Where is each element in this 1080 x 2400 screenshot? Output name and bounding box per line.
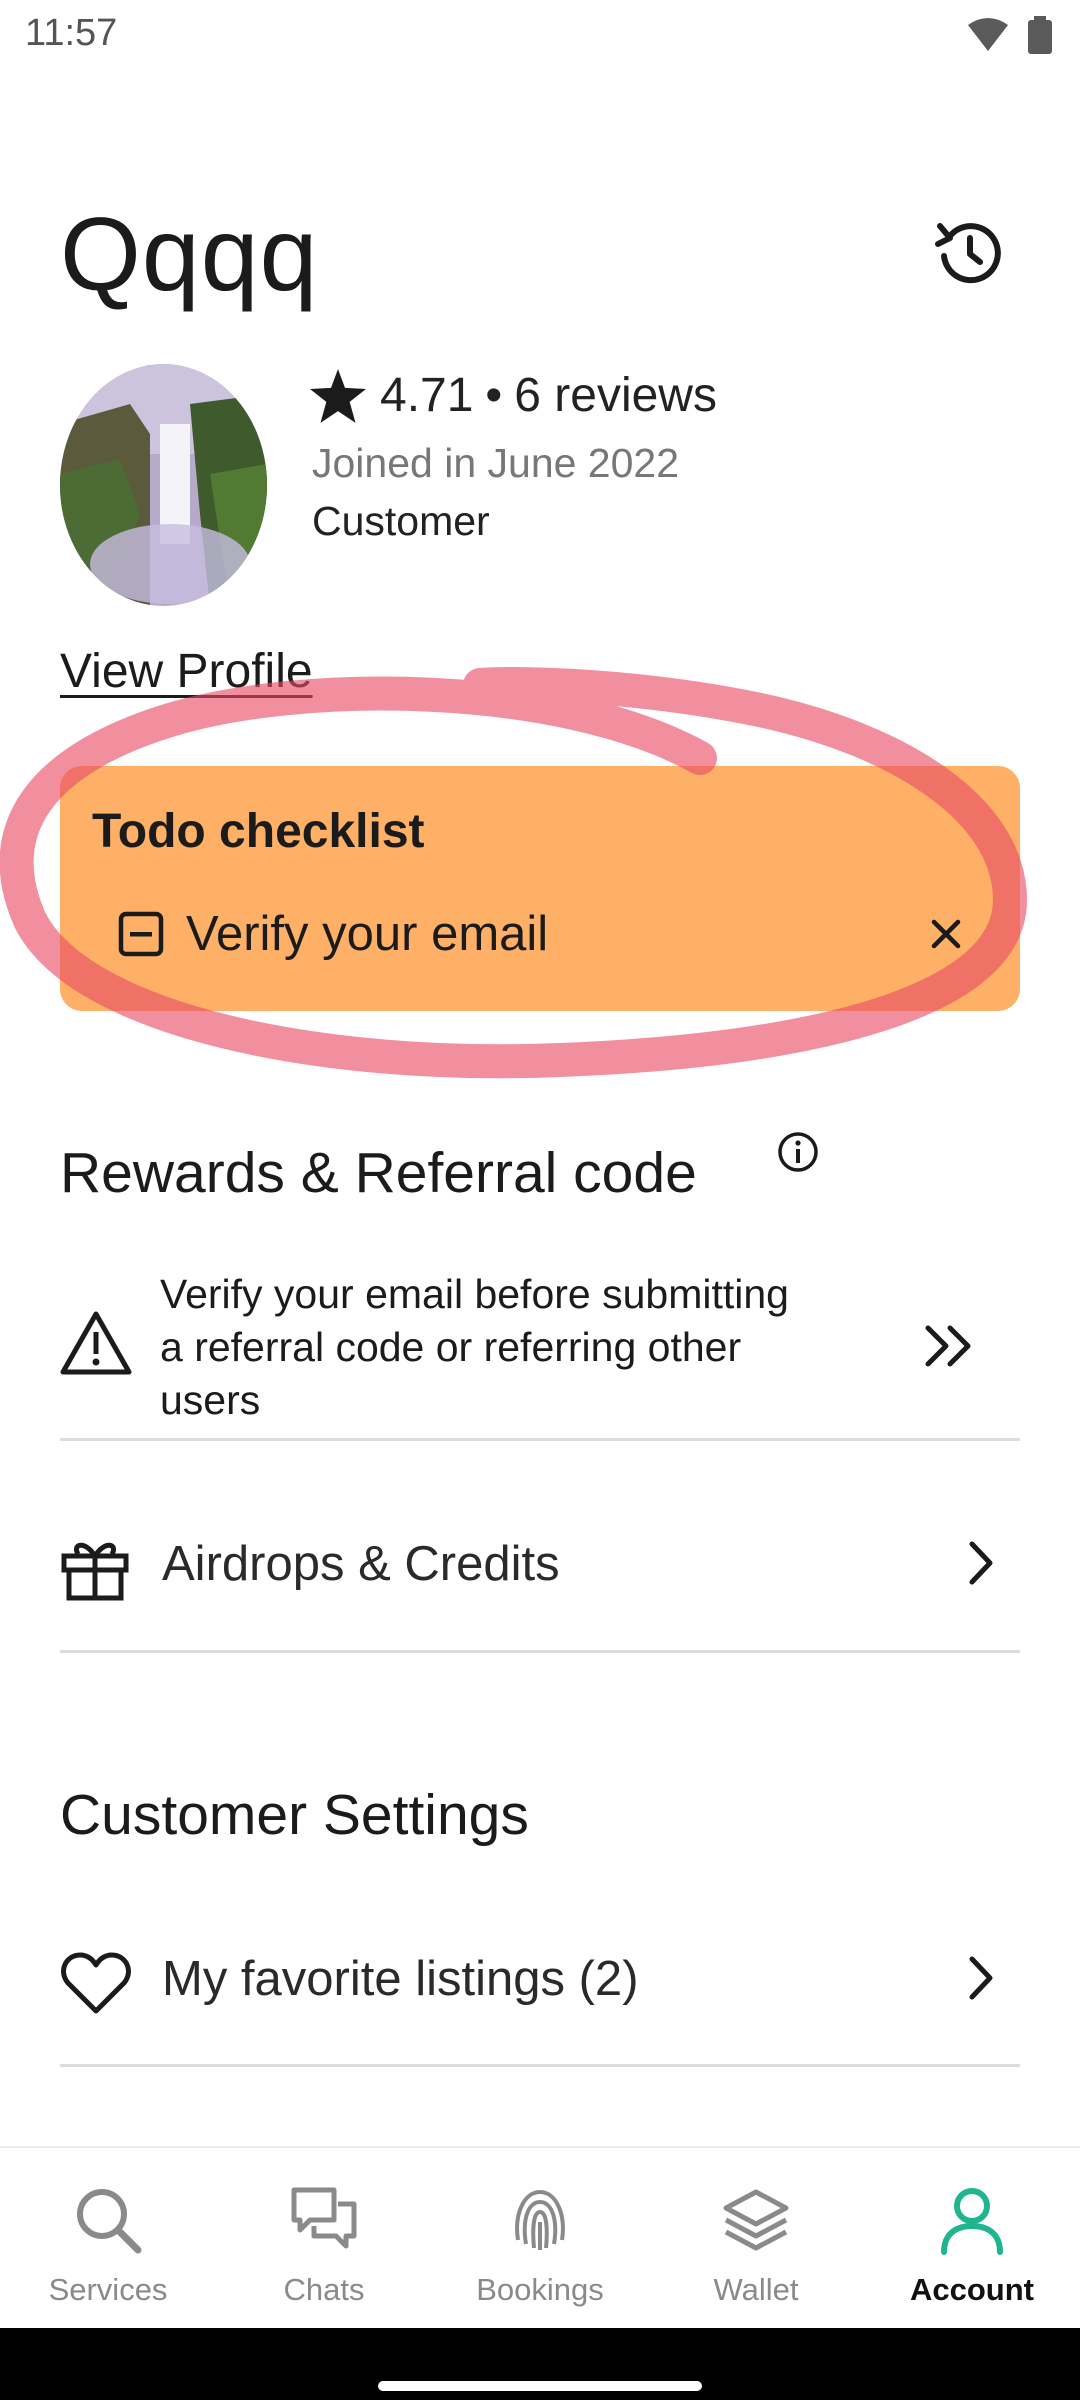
rating-value: 4.71 (380, 369, 474, 422)
dismiss-todo-button[interactable] (918, 906, 974, 962)
rating-summary: 4.71 • 6 reviews (310, 368, 717, 423)
nav-services[interactable]: Services (0, 2148, 216, 2330)
divider (60, 1438, 1020, 1441)
info-icon[interactable] (776, 1130, 820, 1174)
chevron-right-icon (969, 1956, 993, 2000)
person-icon (941, 2188, 1003, 2255)
rewards-section-title: Rewards & Referral code (60, 1141, 697, 1205)
nav-wallet[interactable]: Wallet (648, 2148, 864, 2330)
heart-icon (61, 1952, 131, 2014)
todo-title: Todo checklist (92, 805, 425, 858)
page-title: Qqqq (60, 197, 319, 313)
nav-label: Services (48, 2272, 168, 2307)
nav-label: Chats (283, 2272, 365, 2307)
divider (60, 1650, 1020, 1653)
refresh-button[interactable] (930, 212, 1010, 292)
status-time: 11:57 (25, 12, 118, 54)
double-chevron-icon (925, 1325, 971, 1367)
customer-settings-title: Customer Settings (60, 1783, 529, 1847)
nav-label: Bookings (476, 2272, 604, 2307)
todo-checklist-card: Todo checklist Verify your email (60, 766, 1020, 1011)
user-role: Customer (312, 498, 490, 544)
nav-bookings[interactable]: Bookings (432, 2148, 648, 2330)
nav-label: Wallet (713, 2272, 799, 2307)
airdrops-credits-row[interactable]: Airdrops & Credits (60, 1508, 1020, 1618)
referral-warning-row[interactable]: Verify your email before submitting a re… (60, 1262, 1020, 1442)
rating-separator: • (485, 369, 503, 422)
reviews-count: 6 reviews (514, 369, 717, 422)
close-icon (931, 919, 961, 949)
favorite-listings-row[interactable]: My favorite listings (2) (60, 1923, 1020, 2033)
refresh-icon (935, 223, 1001, 284)
chevron-right-icon (969, 1541, 993, 1585)
view-profile-link[interactable]: View Profile (60, 644, 313, 699)
search-icon (77, 2189, 142, 2254)
airdrops-credits-label: Airdrops & Credits (162, 1537, 560, 1591)
avatar-image (60, 364, 267, 606)
wifi-icon (968, 18, 1008, 51)
joined-date: Joined in June 2022 (312, 440, 680, 486)
bottom-navigation: Services Chats Bookings Wallet Account (0, 2146, 1080, 2328)
status-bar: 11:57 (0, 0, 1080, 72)
nav-account[interactable]: Account (864, 2148, 1080, 2330)
todo-item-verify-email[interactable]: Verify your email (118, 906, 548, 962)
unchecked-box-icon (118, 911, 164, 957)
star-icon (310, 368, 366, 423)
home-gesture-handle[interactable] (378, 2381, 702, 2391)
nav-chats[interactable]: Chats (216, 2148, 432, 2330)
divider (60, 2064, 1020, 2067)
gift-icon (61, 1542, 129, 1601)
fingerprint-icon (515, 2189, 565, 2250)
todo-item-label: Verify your email (186, 907, 549, 961)
battery-icon (1028, 16, 1052, 54)
warning-icon (60, 1311, 132, 1375)
referral-warning-text: Verify your email before submitting a re… (160, 1271, 789, 1423)
chats-icon (291, 2187, 357, 2249)
nav-label: Account (910, 2272, 1034, 2307)
avatar[interactable] (60, 364, 267, 606)
favorite-listings-label: My favorite listings (2) (162, 1952, 639, 2006)
layers-icon (723, 2189, 789, 2251)
